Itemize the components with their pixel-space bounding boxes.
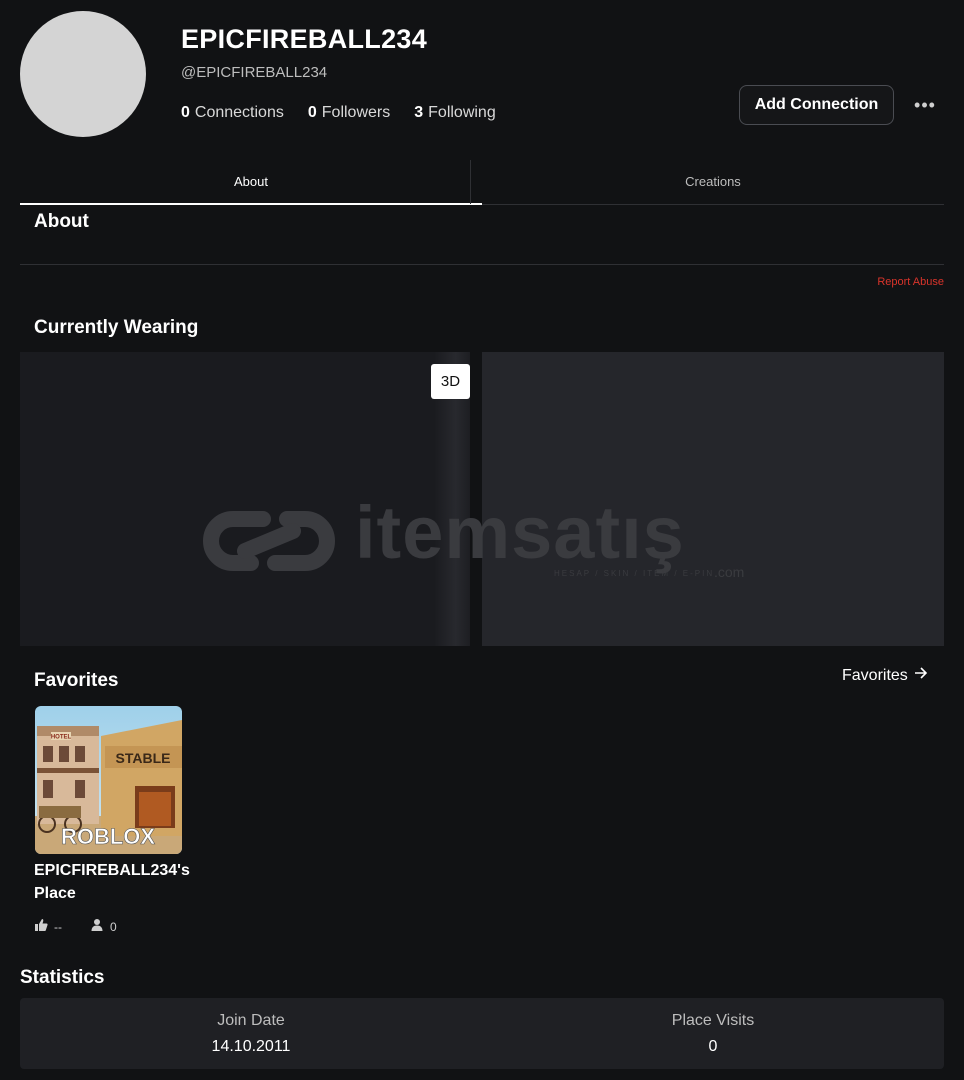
favorites-link-label: Favorites (842, 666, 908, 684)
watermark-subtext: HESAP / SKIN / ITEM / E-PIN (554, 569, 715, 578)
toggle-3d-button[interactable]: 3D (431, 364, 470, 399)
thumbs-up-icon (34, 918, 48, 935)
favorites-heading: Favorites (34, 670, 119, 691)
stat-value: 0 (708, 1037, 718, 1055)
followers-link[interactable]: 0 Followers (308, 104, 390, 122)
connections-link[interactable]: 0 Connections (181, 104, 284, 122)
stat-label: Place Visits (671, 1011, 755, 1029)
avatar[interactable] (20, 11, 146, 137)
followers-count: 0 (307, 104, 317, 121)
stable-sign: STABLE (116, 750, 171, 766)
favorite-thumbnail[interactable]: HOTEL STABLE ROBLOX (35, 706, 182, 854)
username: @EPICFIREBALL234 (181, 64, 328, 81)
connections-label: Connections (194, 104, 284, 121)
tab-creations[interactable]: Creations (482, 158, 944, 204)
favorite-name[interactable]: EPICFIREBALL234's Place (34, 859, 194, 905)
favorites-see-all-link[interactable]: Favorites (842, 666, 928, 685)
hotel-sign: HOTEL (51, 735, 72, 741)
more-horizontal-icon: ••• (914, 94, 936, 115)
watermark-text: itemsatış (355, 491, 685, 574)
stat-value: 14.10.2011 (211, 1037, 291, 1055)
player-icon (90, 918, 104, 935)
watermark-logo-icon (203, 501, 335, 586)
roblox-logo: ROBLOX (61, 824, 155, 849)
statistics-panel: Join Date 14.10.2011 Place Visits 0 (20, 998, 944, 1069)
watermark-domain: .com (714, 564, 745, 580)
connections-count: 0 (181, 104, 190, 121)
report-abuse-link[interactable]: Report Abuse (838, 276, 944, 288)
profile-tabs: About Creations (20, 158, 944, 205)
favorite-likes: -- (54, 919, 62, 934)
followers-label: Followers (321, 104, 391, 121)
tab-about[interactable]: About (20, 158, 482, 205)
following-count: 3 (414, 104, 424, 121)
profile-stats: 0 Connections 0 Followers 3 Following (181, 104, 496, 122)
display-name: EPICFIREBALL234 (181, 24, 428, 54)
add-connection-button[interactable]: Add Connection (739, 85, 894, 125)
statistics-heading: Statistics (20, 967, 105, 988)
about-heading: About (34, 211, 89, 232)
favorite-meta: -- 0 (34, 918, 117, 935)
stat-place-visits: Place Visits 0 (482, 998, 944, 1069)
arrow-right-icon (914, 666, 928, 685)
following-label: Following (428, 104, 496, 121)
stat-label: Join Date (217, 1011, 285, 1029)
favorite-players: 0 (110, 919, 117, 934)
currently-wearing-heading: Currently Wearing (34, 317, 199, 338)
more-options-button[interactable]: ••• (906, 90, 944, 120)
tab-divider (470, 160, 471, 204)
stat-join-date: Join Date 14.10.2011 (20, 998, 482, 1069)
following-link[interactable]: 3 Following (414, 104, 496, 122)
about-divider (20, 264, 944, 265)
